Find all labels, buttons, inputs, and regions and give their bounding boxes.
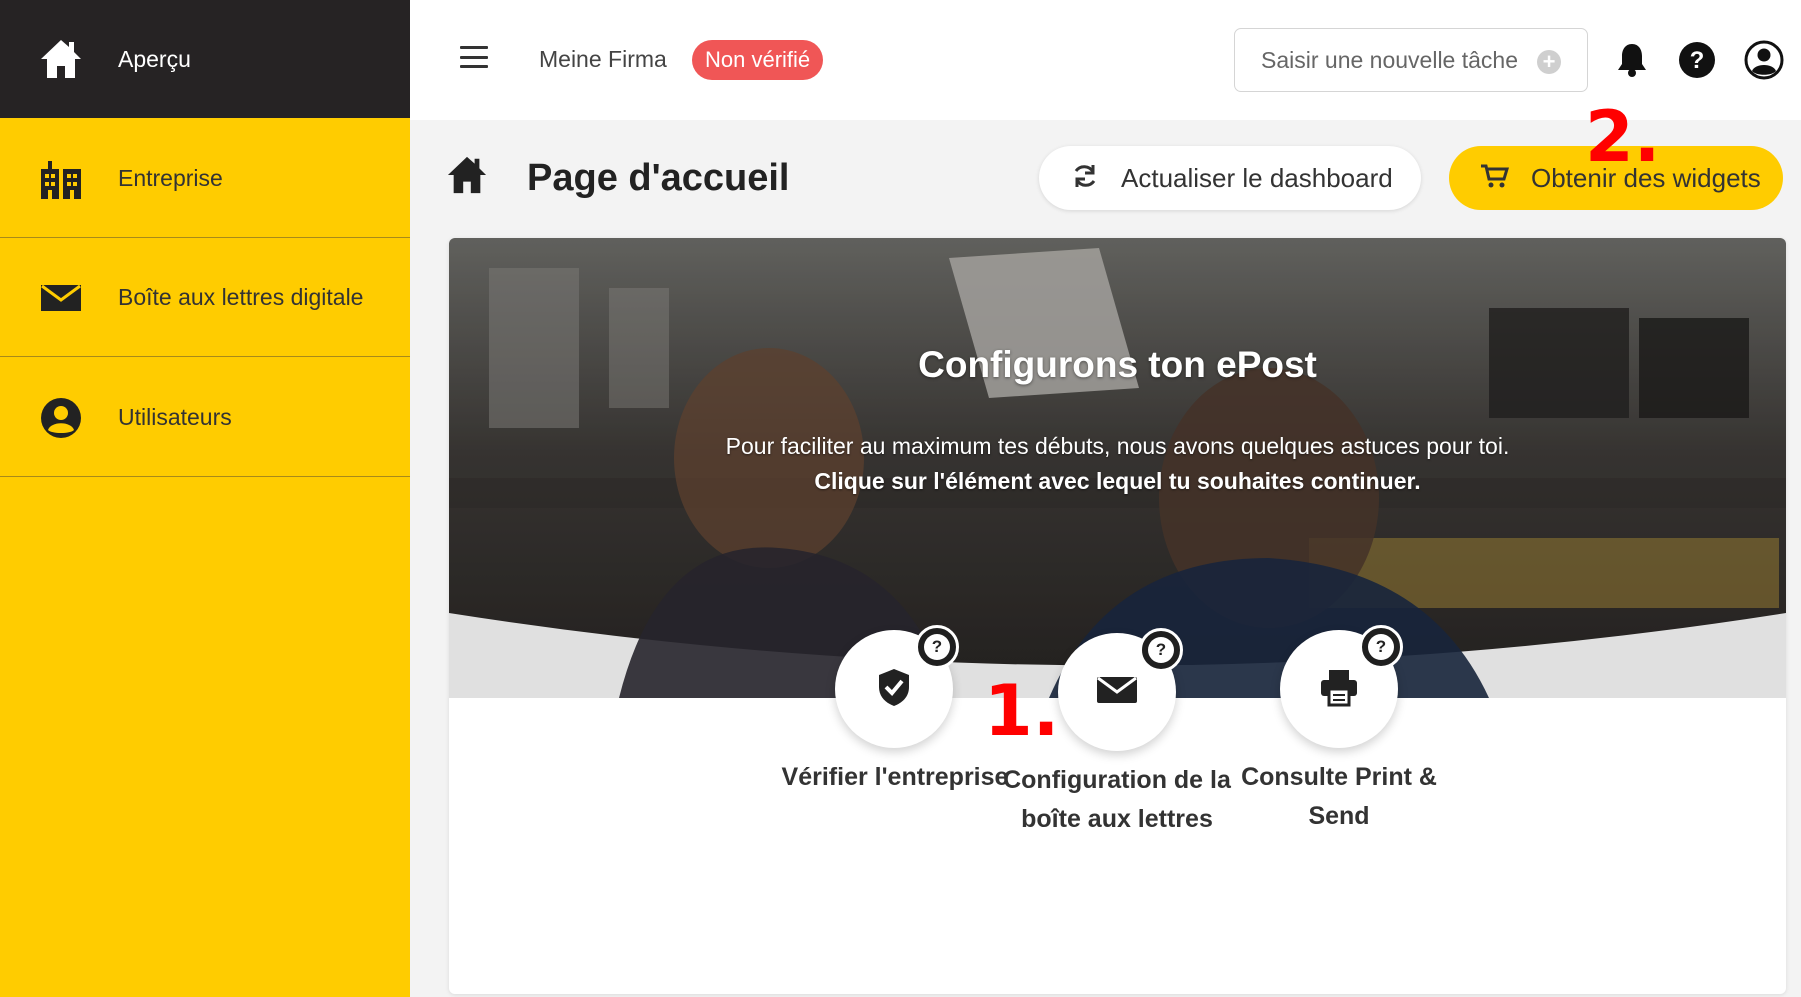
sidebar-item-label: Boîte aux lettres digitale	[118, 284, 364, 310]
page-title: Page d'accueil	[527, 157, 790, 199]
status-badge: Non vérifié	[692, 40, 824, 80]
refresh-label: Actualiser le dashboard	[1121, 162, 1393, 193]
question-glyph: ?	[924, 634, 950, 660]
sidebar-item-label: Entreprise	[118, 165, 223, 191]
refresh-dashboard-button[interactable]: Actualiser le dashboard	[1039, 146, 1421, 210]
hero-subtitle: Pour faciliter au maximum tes débuts, no…	[725, 433, 1510, 459]
sidebar-item-label: Utilisateurs	[118, 404, 232, 430]
help-icon[interactable]: ?	[1359, 625, 1403, 669]
company-name: Meine Firma	[539, 46, 667, 72]
question-glyph: ?	[1368, 634, 1394, 660]
sidebar-item-apercu[interactable]: Aperçu	[0, 0, 410, 118]
step-label: Vérifier l'entreprise	[781, 763, 1009, 791]
shield-check-icon	[876, 667, 912, 712]
question-glyph: ?	[1148, 637, 1174, 663]
building-icon	[31, 157, 91, 201]
sidebar-item-entreprise[interactable]: Entreprise	[0, 120, 410, 238]
step-label: Configuration de la boîte aux lettres	[1003, 766, 1231, 833]
help-icon[interactable]: ?	[1139, 628, 1183, 672]
help-icon[interactable]: ?	[1675, 38, 1719, 82]
hero-instruction: Clique sur l'élément avec lequel tu souh…	[814, 468, 1421, 494]
printer-icon	[1319, 667, 1359, 712]
bell-icon[interactable]	[1610, 38, 1654, 82]
sidebar-item-label: Aperçu	[118, 45, 191, 72]
add-icon[interactable]: +	[1537, 50, 1561, 74]
onboarding-card: Configurons ton ePost Pour faciliter au …	[449, 238, 1786, 994]
sidebar: Aperçu Entreprise Boîte aux lettres digi…	[0, 0, 410, 997]
sidebar-item-utilisateurs[interactable]: Utilisateurs	[0, 359, 410, 477]
new-task-input[interactable]	[1261, 46, 1521, 74]
user-icon	[31, 396, 91, 440]
refresh-icon	[1071, 162, 1099, 195]
svg-text:?: ?	[1690, 47, 1705, 74]
hero-title: Configurons ton ePost	[918, 344, 1317, 385]
cart-icon	[1479, 163, 1510, 194]
envelope-icon	[31, 276, 91, 320]
home-icon	[31, 37, 91, 81]
account-icon[interactable]	[1742, 38, 1786, 82]
sidebar-item-boite-aux-lettres[interactable]: Boîte aux lettres digitale	[0, 239, 410, 357]
annotation-two: 2.	[1585, 96, 1661, 178]
home-icon	[446, 155, 490, 199]
hero-image: Configurons ton ePost Pour faciliter au …	[449, 238, 1786, 698]
menu-icon[interactable]	[460, 46, 488, 68]
step-label: Consulte Print & Send	[1241, 763, 1437, 830]
annotation-one: 1.	[984, 670, 1060, 752]
envelope-icon	[1096, 675, 1138, 710]
new-task-field[interactable]: +	[1234, 28, 1588, 92]
help-icon[interactable]: ?	[915, 625, 959, 669]
